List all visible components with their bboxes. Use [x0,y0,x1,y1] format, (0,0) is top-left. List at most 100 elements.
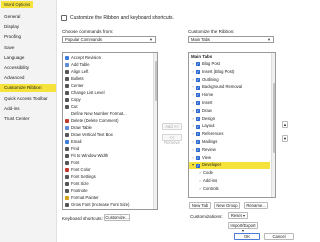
checkbox-checked-icon[interactable]: ✓ [196,124,200,129]
command-list-item[interactable]: Find [63,145,152,152]
new-tab-button[interactable]: New Tab [189,202,211,209]
customize-shortcuts-button[interactable]: Customize... [104,214,130,221]
command-list-item[interactable]: Font Settings [63,173,152,180]
tabs-scrollbar[interactable] [271,53,275,197]
ribbon-tab-item[interactable]: › Code [189,170,270,176]
ribbon-tab-item[interactable]: › ✓ Home [189,92,270,98]
commands-list[interactable]: Accept Revision Add Table Align Left Bullet… [62,52,158,210]
ribbon-tab-item[interactable]: › ✓ Layout [189,123,270,129]
tabs-scrollbar-thumb[interactable] [273,83,275,153]
ok-button[interactable]: OK [234,233,260,240]
customize-ribbon-dropdown[interactable]: Main Tabs ▼ [188,36,274,43]
ribbon-tab-item[interactable]: › ✓ Blog Post [189,61,270,67]
cancel-button[interactable]: Cancel [264,233,294,240]
checkbox-checked-icon[interactable]: ✓ [196,85,200,90]
command-list-item[interactable]: Font [63,159,152,166]
new-group-button[interactable]: New Group [214,202,240,209]
checkbox-checked-icon[interactable]: ✓ [196,108,200,113]
command-list-item[interactable]: Copy [63,96,152,103]
checkbox-checked-icon[interactable]: ✓ [196,147,200,152]
command-list-item[interactable]: Font Color [63,166,152,173]
remove-button[interactable]: << Remove [162,134,182,145]
ribbon-tab-item[interactable]: › Add-ins [189,178,270,184]
command-list-item[interactable]: Font Size [63,180,152,187]
command-list-item[interactable]: Align Left [63,68,152,75]
sidebar-item-general[interactable]: General [0,13,56,21]
expand-icon[interactable]: › [198,186,202,192]
sidebar-item-display[interactable]: Display [0,23,56,31]
expand-icon[interactable]: › [191,77,195,83]
command-list-item[interactable]: Format Painter [63,194,152,201]
expand-icon[interactable]: › [191,61,195,67]
move-down-button[interactable]: ▼ [282,135,288,142]
ribbon-tab-item[interactable]: › ✓ Outlining [189,77,270,83]
checkbox-checked-icon[interactable]: ✓ [196,93,200,98]
checkbox-checked-icon[interactable]: ✓ [196,116,200,121]
command-list-item[interactable]: Bullets [63,75,152,82]
ribbon-tab-item[interactable]: › ✓ Review [189,147,270,153]
expand-icon[interactable]: › [191,123,195,129]
command-list-item[interactable]: Accept Revision [63,54,152,61]
sidebar-item-trust-center[interactable]: Trust Center [0,115,56,123]
ribbon-tab-item[interactable]: › Controls [189,186,270,192]
expand-icon[interactable]: › [191,84,195,90]
ribbon-tab-item[interactable]: › ✓ Insert (Blog Post) [189,69,270,75]
checkbox-checked-icon[interactable]: ✓ [196,163,200,168]
command-list-item[interactable]: Change List Level [63,89,152,96]
command-list-item[interactable]: Email [63,138,152,145]
ribbon-tabs-tree[interactable]: Main Tabs › ✓ Blog Post › ✓ Insert (Blog Post… [188,52,276,198]
checkbox-checked-icon[interactable]: ✓ [196,155,200,160]
command-list-item[interactable]: Draw Vertical Text Box [63,131,152,138]
expand-icon[interactable]: › [198,170,202,176]
move-up-button[interactable]: ▲ [282,121,288,128]
sidebar-item-add-ins[interactable]: Add-ins [0,105,56,113]
checkbox-checked-icon[interactable]: ✓ [196,62,200,67]
commands-scrollbar-thumb[interactable] [155,61,157,101]
reset-button[interactable]: Reset ▾ [228,212,248,219]
command-list-item[interactable]: Delete (Delete Comment) [63,117,152,124]
expand-icon[interactable]: › [191,139,195,145]
ribbon-tab-item[interactable]: › ✓ Insert [189,100,270,106]
choose-commands-dropdown[interactable]: Popular Commands ▼ [62,36,156,43]
checkbox-checked-icon[interactable]: ✓ [196,69,200,74]
expand-icon[interactable]: › [191,92,195,98]
command-list-item[interactable]: Draw Table [63,124,152,131]
sidebar-item-proofing[interactable]: Proofing [0,33,56,41]
checkbox-checked-icon[interactable]: ✓ [196,140,200,145]
ribbon-tab-item[interactable]: › ✓ Design [189,116,270,122]
checkbox-checked-icon[interactable]: ✓ [196,77,200,82]
command-list-item[interactable]: Fit to Window Width [63,152,152,159]
sidebar-item-quick-access-toolbar[interactable]: Quick Access Toolbar [0,95,56,103]
command-list-item[interactable]: Center [63,82,152,89]
expand-icon[interactable]: › [191,131,195,137]
expand-icon[interactable]: › [198,178,202,184]
expand-icon[interactable]: › [191,155,195,161]
sidebar-item-accessibility[interactable]: Accessibility [0,64,56,72]
ribbon-tab-item[interactable]: › ✓ Mailings [189,139,270,145]
import-export-button[interactable]: Import/Export ▾ [228,222,258,233]
checkbox-checked-icon[interactable]: ✓ [196,132,200,137]
command-list-item[interactable]: Grow Font (Increase Font Size) [63,201,152,208]
command-list-item[interactable]: Add Table [63,61,152,68]
ribbon-tab-item[interactable]: › ✓ Background Removal [189,84,270,90]
expand-icon[interactable]: › [191,108,195,114]
expand-icon[interactable]: › [191,116,195,122]
expand-icon[interactable]: › [191,69,195,75]
command-list-item[interactable]: Define New Number Format... [63,110,152,117]
checkbox-checked-icon[interactable]: ✓ [196,101,200,106]
expand-icon[interactable]: › [191,100,195,106]
expand-open-icon[interactable]: ▾ [191,162,195,168]
ribbon-tab-item[interactable]: › ✓ Draw [189,108,270,114]
add-button[interactable]: Add >> [162,123,182,130]
commands-scrollbar[interactable] [153,53,157,209]
rename-button[interactable]: Rename... [244,202,268,209]
expand-icon[interactable]: › [191,147,195,153]
ribbon-tab-item[interactable]: › ✓ References [189,131,270,137]
sidebar-item-advanced[interactable]: Advanced [0,74,56,82]
sidebar-item-customize-ribbon[interactable]: Customize Ribbon [0,84,56,93]
sidebar-item-language[interactable]: Language [0,54,56,62]
sidebar-item-save[interactable]: Save [0,44,56,52]
ribbon-tab-item[interactable]: ▾ ✓ Developer [189,162,270,169]
ribbon-tab-item[interactable]: › ✓ View [189,155,270,161]
command-list-item[interactable]: Footnote [63,187,152,194]
